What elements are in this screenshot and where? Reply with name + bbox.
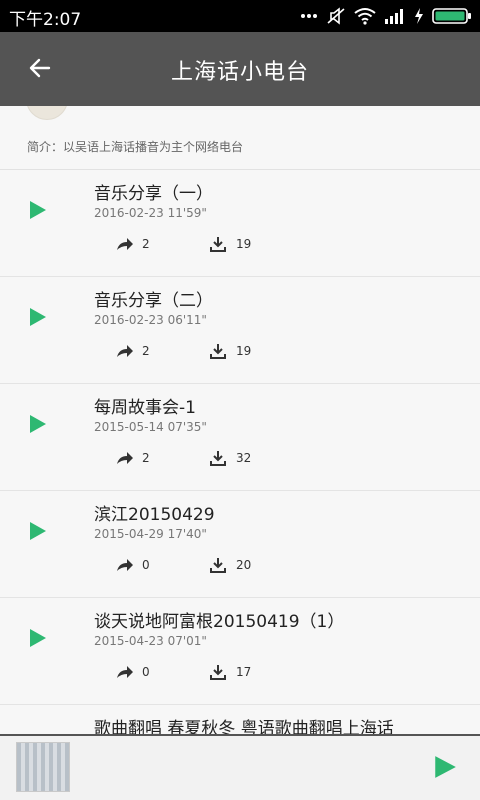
share-count: 0: [142, 665, 150, 679]
more-dots-icon: [300, 13, 318, 19]
wifi-icon: [354, 7, 376, 25]
download-button[interactable]: 19: [210, 342, 251, 360]
share-button[interactable]: 0: [116, 663, 150, 681]
download-count: 19: [236, 344, 252, 358]
track-date: 2016-02-23: [94, 206, 164, 220]
download-count: 19: [236, 237, 252, 251]
status-bar: 下午2:07: [0, 0, 480, 32]
download-button[interactable]: 32: [210, 449, 251, 467]
download-icon: [210, 558, 226, 573]
track-duration: 17'40": [167, 527, 207, 541]
page-title: 上海话小电台: [170, 60, 309, 85]
track-meta: 2015-04-23 07'01": [94, 634, 207, 648]
share-icon: [117, 238, 133, 250]
play-icon[interactable]: [26, 626, 50, 650]
download-button[interactable]: 19: [210, 235, 251, 253]
download-button[interactable]: 17: [210, 663, 251, 681]
track-meta: 2016-02-23 06'11": [94, 313, 207, 327]
mute-icon: [326, 7, 346, 25]
download-icon: [210, 665, 226, 680]
share-count: 2: [142, 344, 150, 358]
track-item[interactable]: 每周故事会-1 2015-05-14 07'35" 2 32: [0, 384, 480, 491]
download-icon: [210, 451, 226, 466]
share-button[interactable]: 2: [116, 342, 150, 360]
download-count: 20: [236, 558, 252, 572]
play-icon[interactable]: [26, 305, 50, 329]
track-meta: 2016-02-23 11'59": [94, 206, 207, 220]
track-title: 歌曲翻唱 春夏秋冬 粤语歌曲翻唱上海话: [94, 719, 394, 734]
download-icon: [210, 344, 226, 359]
battery-icon: [432, 8, 472, 24]
track-duration: 06'11": [167, 313, 207, 327]
track-item[interactable]: 音乐分享（一） 2016-02-23 11'59" 2 19: [0, 170, 480, 277]
track-item[interactable]: 谈天说地阿富根20150419（1） 2015-04-23 07'01" 0 1…: [0, 598, 480, 705]
download-count: 17: [236, 665, 252, 679]
share-count: 0: [142, 558, 150, 572]
track-date: 2015-05-14: [94, 420, 164, 434]
track-duration: 07'35": [167, 420, 207, 434]
track-date: 2016-02-23: [94, 313, 164, 327]
share-button[interactable]: 0: [116, 556, 150, 574]
signal-icon: [384, 8, 406, 24]
player-play-icon[interactable]: [432, 754, 458, 780]
download-count: 32: [236, 451, 252, 465]
app-bar: 上海话小电台: [0, 32, 480, 106]
share-button[interactable]: 2: [116, 449, 150, 467]
share-count: 2: [142, 237, 150, 251]
share-icon: [117, 559, 133, 571]
track-item[interactable]: 滨江20150429 2015-04-29 17'40" 0 20: [0, 491, 480, 598]
play-icon[interactable]: [26, 198, 50, 222]
avatar: [26, 106, 68, 120]
play-icon[interactable]: [26, 519, 50, 543]
intro-text: 简介：以吴语上海话播音为主个网络电台: [27, 140, 244, 154]
download-button[interactable]: 20: [210, 556, 251, 574]
track-title: 每周故事会-1: [94, 398, 196, 418]
track-meta: 2015-04-29 17'40": [94, 527, 207, 541]
track-duration: 07'01": [167, 634, 207, 648]
track-date: 2015-04-23: [94, 634, 164, 648]
track-meta: 2015-05-14 07'35": [94, 420, 207, 434]
status-time: 下午2:07: [9, 10, 82, 30]
track-date: 2015-04-29: [94, 527, 164, 541]
album-art[interactable]: [16, 742, 70, 792]
status-icons: [300, 6, 472, 26]
track-duration: 11'59": [167, 206, 207, 220]
share-icon: [117, 452, 133, 464]
share-icon: [117, 345, 133, 357]
download-icon: [210, 237, 226, 252]
track-item[interactable]: 音乐分享（二） 2016-02-23 06'11" 2 19: [0, 277, 480, 384]
track-title: 音乐分享（二）: [94, 291, 213, 311]
share-count: 2: [142, 451, 150, 465]
share-icon: [117, 666, 133, 678]
mini-player[interactable]: [0, 734, 480, 800]
track-title: 谈天说地阿富根20150419（1）: [94, 612, 345, 632]
charging-icon: [414, 8, 424, 24]
play-icon[interactable]: [26, 412, 50, 436]
track-title: 滨江20150429: [94, 505, 215, 525]
track-item[interactable]: 歌曲翻唱 春夏秋冬 粤语歌曲翻唱上海话: [0, 705, 480, 734]
track-list-container[interactable]: 简介：以吴语上海话播音为主个网络电台 音乐分享（一） 2016-02-23 11…: [0, 106, 480, 734]
share-button[interactable]: 2: [116, 235, 150, 253]
track-title: 音乐分享（一）: [94, 184, 213, 204]
